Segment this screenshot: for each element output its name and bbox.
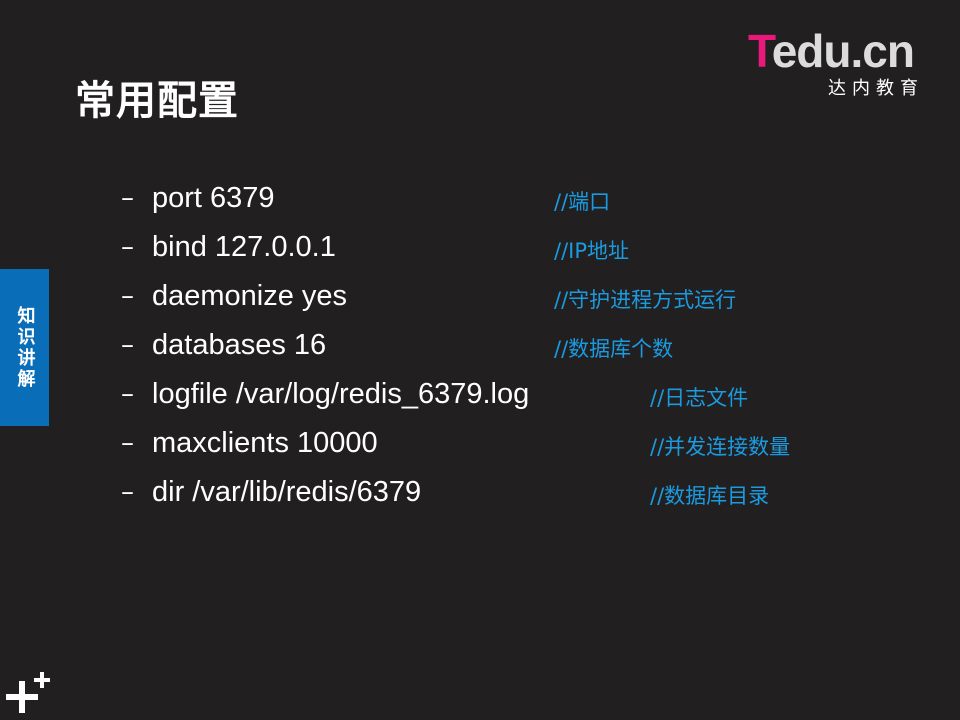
config-list: – port 6379 //端口 – bind 127.0.0.1 //IP地址… [0,0,960,720]
list-item: – maxclients 10000 //并发连接数量 [0,423,960,463]
list-bullet: – [121,428,134,458]
list-item: – dir /var/lib/redis/6379 //数据库目录 [0,472,960,512]
list-item: – port 6379 //端口 [0,178,960,218]
slide: 常用配置 Tedu.cn 达内教育 知识讲解 – port 6379 //端口 … [0,0,960,720]
config-comment: //端口 [554,190,611,214]
list-bullet: – [121,379,134,409]
config-comment: //并发连接数量 [650,435,791,459]
list-item: – bind 127.0.0.1 //IP地址 [0,227,960,267]
config-command: daemonize yes [152,280,348,312]
config-command: logfile /var/log/redis_6379.log [152,378,530,410]
config-command: dir /var/lib/redis/6379 [152,476,422,508]
list-item: – logfile /var/log/redis_6379.log //日志文件 [0,374,960,414]
plus-plus-icon [6,672,50,713]
list-bullet: – [121,232,134,262]
config-comment: //数据库个数 [554,337,674,361]
list-item: – daemonize yes //守护进程方式运行 [0,276,960,316]
config-comment: //数据库目录 [650,484,770,508]
list-bullet: – [121,477,134,507]
list-bullet: – [121,330,134,360]
list-bullet: – [121,281,134,311]
config-comment: //日志文件 [650,386,749,410]
config-comment: //守护进程方式运行 [554,288,737,312]
config-command: port 6379 [152,182,275,214]
list-item: – databases 16 //数据库个数 [0,325,960,365]
config-command: bind 127.0.0.1 [152,231,336,263]
config-command: databases 16 [152,329,327,361]
list-bullet: – [121,183,134,213]
config-command: maxclients 10000 [152,427,378,459]
config-comment: //IP地址 [554,239,630,263]
